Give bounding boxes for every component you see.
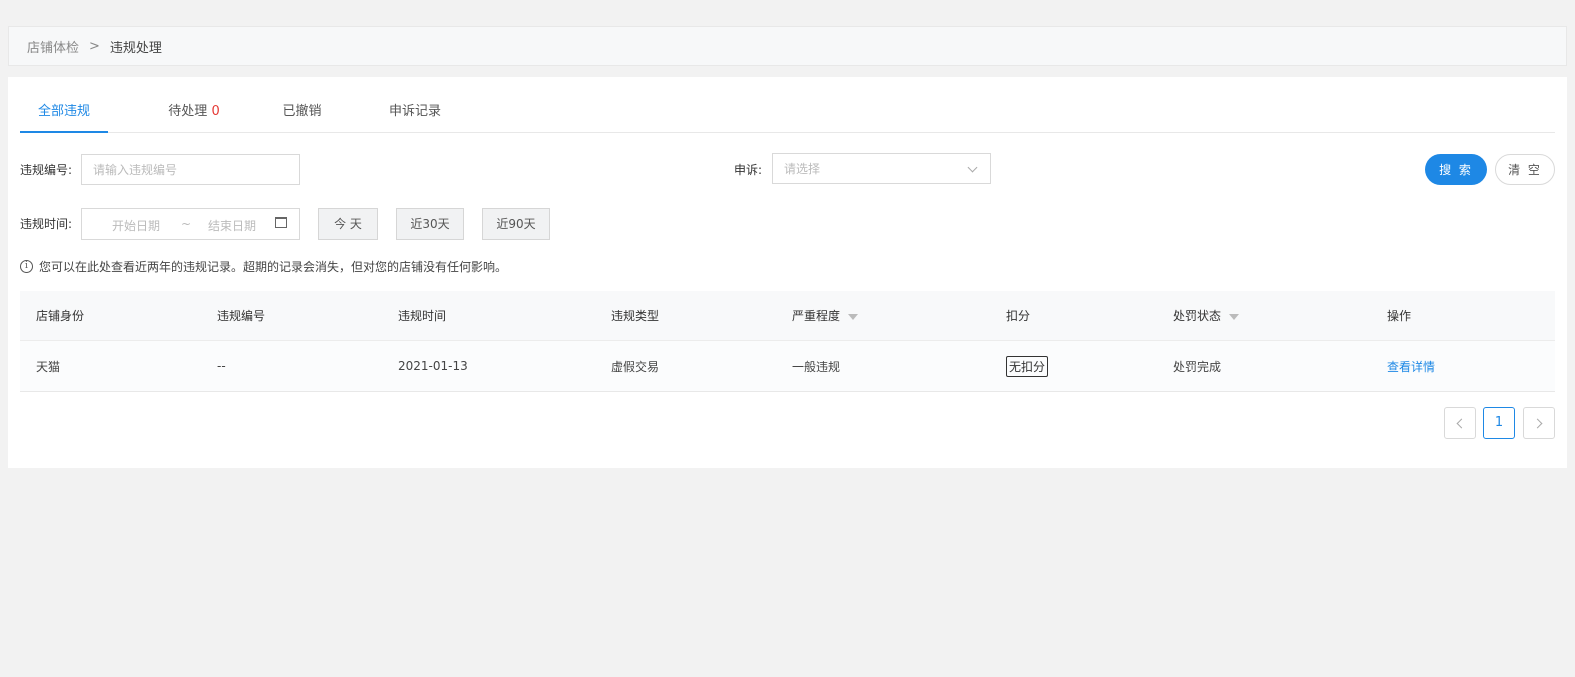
tab-appeal-records[interactable]: 申诉记录 xyxy=(370,95,460,133)
pending-count-badge: 0 xyxy=(211,104,220,119)
tab-label: 已撤销 xyxy=(282,104,322,119)
tab-bar: 全部违规 待处理 0 已撤销 申诉记录 xyxy=(20,95,1555,133)
column-header-severity: 严重程度 xyxy=(792,291,859,340)
chevron-down-icon xyxy=(967,162,978,173)
cell-status: 处罚完成 xyxy=(1173,359,1222,374)
cell-id: -- xyxy=(217,359,226,373)
column-header-identity: 店铺身份 xyxy=(36,309,85,323)
column-header-time: 违规时间 xyxy=(398,309,447,323)
page-number-button[interactable]: 1 xyxy=(1483,407,1515,439)
view-details-link[interactable]: 查看详情 xyxy=(1387,341,1435,391)
column-header-type: 违规类型 xyxy=(611,309,660,323)
tab-label: 待处理 xyxy=(168,104,208,119)
tab-label: 全部违规 xyxy=(37,104,90,119)
cell-severity: 一般违规 xyxy=(792,359,841,374)
main-panel: 全部违规 待处理 0 已撤销 申诉记录 违规编号: 申诉: 请选择 搜 索 清 … xyxy=(8,77,1567,468)
column-header-status-label: 处罚状态 xyxy=(1173,309,1222,323)
breadcrumb-parent[interactable]: 店铺体检 xyxy=(27,37,79,56)
breadcrumb-current: 违规处理 xyxy=(109,40,162,56)
deduction-tag: 无扣分 xyxy=(1006,355,1049,377)
column-header-deduction: 扣分 xyxy=(1006,309,1031,323)
tab-label: 申诉记录 xyxy=(388,104,441,119)
table-row: 天猫 -- 2021-01-13 虚假交易 一般违规 无扣分 处罚完成 查看详情 xyxy=(20,341,1555,392)
start-date-placeholder: 开始日期 xyxy=(112,219,161,233)
last-30-days-button[interactable]: 近30天 xyxy=(396,208,464,240)
column-header-id: 违规编号 xyxy=(217,309,266,323)
clear-button[interactable]: 清 空 xyxy=(1495,154,1555,185)
violations-table: 店铺身份 违规编号 违规时间 违规类型 严重程度 扣分 处罚状态 操作 天猫 -… xyxy=(20,291,1555,392)
breadcrumb-separator: > xyxy=(89,38,100,54)
column-header-action: 操作 xyxy=(1387,309,1412,323)
tab-revoked[interactable]: 已撤销 xyxy=(264,95,340,133)
chevron-right-icon xyxy=(1532,418,1543,429)
column-header-status: 处罚状态 xyxy=(1173,291,1240,340)
last-90-days-button[interactable]: 近90天 xyxy=(482,208,550,240)
cell-deduction: 无扣分 xyxy=(1006,341,1049,391)
cell-type: 虚假交易 xyxy=(611,359,660,374)
info-icon: i xyxy=(20,260,33,273)
breadcrumb: 店铺体检 > 违规处理 xyxy=(8,26,1567,66)
calendar-icon xyxy=(275,217,287,228)
date-range-separator: ~ xyxy=(181,217,192,231)
violation-time-label: 违规时间: xyxy=(20,217,73,231)
date-range-picker[interactable]: 开始日期 ~ 结束日期 xyxy=(81,208,300,240)
appeal-label: 申诉: xyxy=(734,163,763,177)
search-button[interactable]: 搜 索 xyxy=(1425,154,1487,185)
prev-page-button[interactable] xyxy=(1444,407,1476,439)
tab-all-violations[interactable]: 全部违规 xyxy=(20,95,108,133)
end-date-placeholder: 结束日期 xyxy=(208,219,257,233)
violation-id-label: 违规编号: xyxy=(20,163,73,177)
retention-notice: i 您可以在此处查看近两年的违规记录。超期的记录会消失，但对您的店铺没有任何影响… xyxy=(20,258,507,275)
filter-icon[interactable] xyxy=(848,313,859,320)
appeal-select[interactable]: 请选择 xyxy=(772,153,991,184)
next-page-button[interactable] xyxy=(1523,407,1555,439)
tab-pending[interactable]: 待处理 0 xyxy=(144,95,244,133)
column-header-severity-label: 严重程度 xyxy=(792,309,841,323)
cell-identity: 天猫 xyxy=(36,359,61,374)
today-button[interactable]: 今 天 xyxy=(318,208,378,240)
chevron-left-icon xyxy=(1456,418,1467,429)
violation-id-input[interactable] xyxy=(81,154,300,185)
notice-text: 您可以在此处查看近两年的违规记录。超期的记录会消失，但对您的店铺没有任何影响。 xyxy=(39,260,508,274)
appeal-select-placeholder: 请选择 xyxy=(784,162,821,176)
filter-icon[interactable] xyxy=(1229,313,1240,320)
cell-time: 2021-01-13 xyxy=(398,359,468,373)
table-header: 店铺身份 违规编号 违规时间 违规类型 严重程度 扣分 处罚状态 操作 xyxy=(20,291,1555,341)
